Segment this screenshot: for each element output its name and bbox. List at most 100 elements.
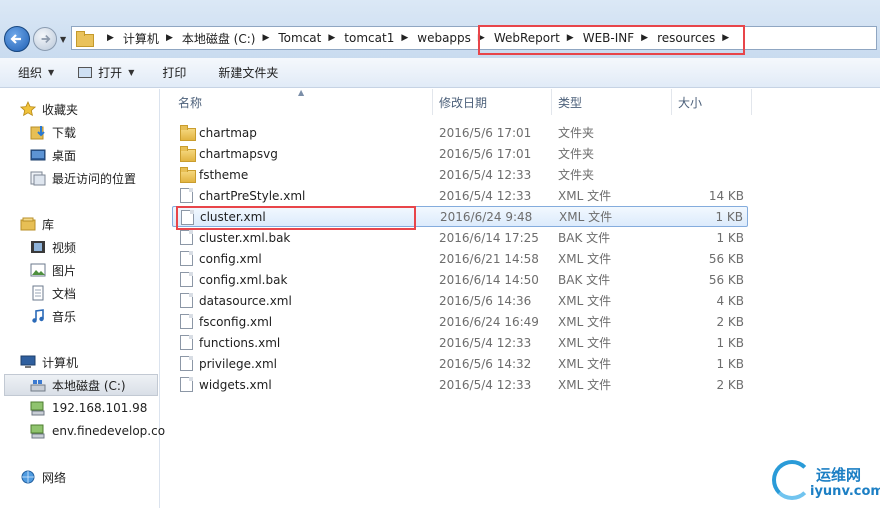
- crumb-tomcat[interactable]: Tomcat: [278, 31, 321, 45]
- folder-icon: [76, 31, 94, 47]
- file-row[interactable]: chartPreStyle.xml 2016/5/4 12:33 XML 文件 14 …: [172, 185, 748, 206]
- file-type: 文件夹: [558, 126, 595, 140]
- sidebar-item-music[interactable]: 音乐: [30, 305, 76, 327]
- file-row[interactable]: fsconfig.xml 2016/6/24 16:49 XML 文件 2 KB: [172, 311, 748, 332]
- arrow-left-icon: [10, 34, 21, 44]
- sidebar-item-label: 视频: [52, 240, 77, 255]
- file-row[interactable]: config.xml 2016/6/21 14:58 XML 文件 56 KB: [172, 248, 748, 269]
- organize-button[interactable]: 组织 ▼: [12, 62, 60, 84]
- sidebar-item-label: 库: [42, 217, 55, 232]
- file-name: datasource.xml: [199, 293, 292, 308]
- sidebar-item-label: 桌面: [52, 148, 77, 163]
- chevron-right-icon[interactable]: ▶: [401, 33, 408, 43]
- file-row[interactable]: functions.xml 2016/5/4 12:33 XML 文件 1 KB: [172, 332, 748, 353]
- arrow-right-icon: [41, 34, 51, 44]
- file-icon: [180, 377, 193, 392]
- sidebar-item-libraries[interactable]: 库: [20, 213, 54, 235]
- file-name: chartmap: [199, 125, 257, 140]
- forward-button[interactable]: [33, 27, 57, 51]
- recent-pages-dropdown-icon[interactable]: ▼: [60, 35, 68, 44]
- watermark-subtitle: iyunv.com: [810, 484, 880, 499]
- open-button[interactable]: 打开 ▼: [72, 62, 140, 84]
- back-button[interactable]: [4, 26, 30, 52]
- file-type: XML 文件: [558, 378, 612, 392]
- file-date: 2016/5/6 14:32: [439, 356, 532, 371]
- sidebar-item-label: 本地磁盘 (C:): [52, 378, 126, 393]
- file-size: 4 KB: [716, 293, 744, 308]
- file-name: config.xml: [199, 251, 262, 266]
- file-row[interactable]: cluster.xml.bak 2016/6/14 17:25 BAK 文件 1 KB: [172, 227, 748, 248]
- documents-icon: [30, 285, 46, 301]
- star-icon: [19, 101, 37, 117]
- drive-icon: [30, 377, 46, 393]
- sidebar-item-label: 收藏夹: [42, 102, 79, 117]
- sidebar-item-pictures[interactable]: 图片: [30, 259, 76, 281]
- file-size: 1 KB: [715, 209, 743, 224]
- music-note-icon: [30, 308, 46, 324]
- file-date: 2016/6/24 9:48: [440, 209, 533, 224]
- file-date: 2016/6/14 17:25: [439, 230, 539, 245]
- sidebar-item-label: 网络: [42, 470, 67, 485]
- file-type: XML 文件: [558, 336, 612, 350]
- column-header-modified[interactable]: 修改日期: [433, 89, 552, 115]
- crumb-computer[interactable]: 计算机: [123, 30, 159, 47]
- sidebar-item-local-disk[interactable]: 本地磁盘 (C:): [4, 374, 158, 396]
- sidebar-item-recent[interactable]: 最近访问的位置: [30, 167, 136, 189]
- sidebar-item-label: 下载: [52, 125, 77, 140]
- file-date: 2016/6/21 14:58: [439, 251, 539, 266]
- column-header-type[interactable]: 类型: [552, 89, 672, 115]
- sidebar-item-network[interactable]: 网络: [20, 466, 66, 488]
- network-drive-icon: [30, 400, 46, 416]
- file-row[interactable]: fstheme 2016/5/4 12:33 文件夹: [172, 164, 748, 185]
- open-label: 打开: [98, 66, 123, 80]
- file-row[interactable]: config.xml.bak 2016/6/14 14:50 BAK 文件 56 KB: [172, 269, 748, 290]
- new-folder-button[interactable]: 新建文件夹: [212, 62, 284, 84]
- logo-ring-icon: [772, 460, 812, 500]
- file-icon: [180, 335, 193, 350]
- file-row[interactable]: widgets.xml 2016/5/4 12:33 XML 文件 2 KB: [172, 374, 748, 395]
- sidebar-item-desktop[interactable]: 桌面: [30, 144, 76, 166]
- sidebar-item-net1[interactable]: 192.168.101.98: [30, 397, 147, 419]
- download-folder-icon: [30, 124, 46, 140]
- folder-icon: [180, 146, 196, 162]
- file-name: fsconfig.xml: [199, 314, 273, 329]
- column-header-size[interactable]: 大小: [672, 89, 752, 115]
- sidebar-item-net2[interactable]: env.finedevelop.co: [30, 420, 165, 442]
- print-label: 打印: [162, 66, 187, 80]
- folder-icon: [180, 125, 196, 141]
- chevron-right-icon[interactable]: ▶: [107, 33, 114, 43]
- file-row[interactable]: datasource.xml 2016/5/6 14:36 XML 文件 4 KB: [172, 290, 748, 311]
- sidebar-item-downloads[interactable]: 下载: [30, 121, 76, 143]
- crumb-tomcat1[interactable]: tomcat1: [344, 31, 394, 45]
- chevron-right-icon[interactable]: ▶: [262, 33, 269, 43]
- chevron-right-icon[interactable]: ▶: [328, 33, 335, 43]
- print-button[interactable]: 打印: [156, 62, 192, 84]
- crumb-webapps[interactable]: webapps: [417, 31, 471, 45]
- sidebar-item-videos[interactable]: 视频: [30, 236, 76, 258]
- caret-down-icon: ▼: [48, 68, 55, 77]
- file-name: widgets.xml: [199, 377, 272, 392]
- column-header-label: 类型: [558, 95, 583, 110]
- window-icon: [78, 67, 93, 78]
- command-toolbar: 组织 ▼ 打开 ▼ 打印 新建文件夹: [0, 58, 880, 88]
- network-icon: [20, 469, 36, 485]
- file-date: 2016/6/24 16:49: [439, 314, 539, 329]
- file-row[interactable]: chartmap 2016/5/6 17:01 文件夹: [172, 122, 748, 143]
- chevron-right-icon[interactable]: ▶: [166, 33, 173, 43]
- library-icon: [20, 216, 36, 232]
- file-row[interactable]: privilege.xml 2016/5/6 14:32 XML 文件 1 KB: [172, 353, 748, 374]
- crumb-local-disk[interactable]: 本地磁盘 (C:): [182, 30, 256, 47]
- sidebar-item-computer[interactable]: 计算机: [20, 351, 78, 373]
- folder-icon: [180, 167, 196, 183]
- file-row[interactable]: chartmapsvg 2016/5/6 17:01 文件夹: [172, 143, 748, 164]
- pictures-icon: [30, 262, 46, 278]
- sidebar-item-favorites[interactable]: 收藏夹: [19, 98, 79, 120]
- watermark-logo: 运维网 iyunv.com: [772, 458, 880, 506]
- file-name: cluster.xml.bak: [199, 230, 291, 245]
- breadcrumb[interactable]: ▶ 计算机 ▶ 本地磁盘 (C:) ▶ Tomcat ▶ tomcat1 ▶ w…: [71, 26, 877, 50]
- sidebar-item-label: env.finedevelop.co: [52, 424, 166, 438]
- file-type: XML 文件: [558, 294, 612, 308]
- computer-icon: [20, 354, 36, 370]
- file-date: 2016/5/4 12:33: [439, 167, 532, 182]
- sidebar-item-documents[interactable]: 文档: [30, 282, 76, 304]
